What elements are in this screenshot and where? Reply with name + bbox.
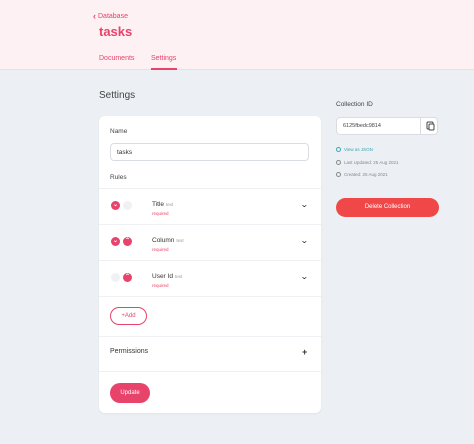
view-as-json-link[interactable]: View as JSON bbox=[336, 147, 373, 152]
rule-type: text bbox=[176, 238, 184, 243]
code-icon bbox=[336, 147, 341, 152]
page-title: tasks bbox=[99, 24, 133, 39]
divider bbox=[99, 296, 321, 297]
collection-id-value: 6125fbedc9814 bbox=[343, 123, 381, 129]
rules-label: Rules bbox=[110, 174, 127, 181]
last-updated-label: Last Updated: 25 Aug 2021 bbox=[344, 160, 399, 165]
rule-required: required bbox=[152, 247, 169, 252]
divider bbox=[99, 336, 321, 337]
chevron-left-icon: ‹ bbox=[93, 11, 96, 21]
back-link-label: Database bbox=[98, 13, 128, 20]
add-label: Add bbox=[124, 313, 136, 319]
section-title: Settings bbox=[99, 90, 136, 101]
tab-documents[interactable]: Documents bbox=[99, 55, 134, 62]
chevron-down-icon[interactable]: ⌄ bbox=[300, 272, 309, 281]
update-button[interactable]: Update bbox=[110, 383, 150, 403]
rule-row: ⌄ ⌃ Column text required ⌄ bbox=[99, 224, 321, 260]
rule-toggle-down-icon[interactable]: ⌄ bbox=[111, 201, 120, 210]
active-tab-indicator bbox=[151, 68, 177, 70]
rule-required: required bbox=[152, 283, 169, 288]
tab-settings[interactable]: Settings bbox=[151, 55, 177, 70]
rule-row: ⌄ Title text required ⌄ bbox=[99, 188, 321, 224]
tab-settings-label: Settings bbox=[151, 55, 177, 62]
add-rule-button[interactable]: +Add bbox=[110, 307, 147, 325]
last-updated: Last Updated: 25 Aug 2021 bbox=[336, 160, 399, 165]
expand-permissions-icon[interactable]: + bbox=[302, 347, 307, 357]
chevron-down-icon[interactable]: ⌄ bbox=[300, 236, 309, 245]
copy-icon[interactable] bbox=[420, 118, 438, 134]
created-label: Created: 25 Aug 2021 bbox=[344, 172, 388, 177]
created-date: Created: 25 Aug 2021 bbox=[336, 172, 388, 177]
rule-toggle-up-icon[interactable]: ⌃ bbox=[123, 273, 132, 282]
collection-id-label: Collection ID bbox=[336, 101, 373, 108]
name-label: Name bbox=[110, 128, 128, 135]
name-input[interactable] bbox=[110, 143, 309, 161]
tab-documents-label: Documents bbox=[99, 55, 135, 62]
rule-name: User Id bbox=[152, 273, 173, 280]
rule-toggle-down-icon[interactable] bbox=[111, 273, 120, 282]
rule-type: text bbox=[174, 274, 183, 279]
rule-toggle-up-icon[interactable] bbox=[123, 201, 132, 210]
rule-type: text bbox=[166, 202, 174, 207]
delete-collection-button[interactable]: Delete Collection bbox=[336, 198, 439, 217]
rule-row: ⌃ User Id text required ⌄ bbox=[99, 260, 321, 296]
back-to-database-link[interactable]: ‹ Database bbox=[93, 11, 128, 21]
rule-toggle-down-icon[interactable]: ⌄ bbox=[111, 237, 120, 246]
permissions-label: Permissions bbox=[110, 348, 149, 355]
clock-icon bbox=[336, 160, 341, 165]
header-bar: ‹ Database tasks Documents Settings bbox=[0, 0, 474, 70]
rule-name: Column bbox=[152, 237, 175, 244]
rule-name: Title bbox=[152, 201, 165, 208]
clock-icon bbox=[336, 172, 341, 177]
chevron-down-icon[interactable]: ⌄ bbox=[300, 200, 309, 209]
collection-id-field: 6125fbedc9814 bbox=[336, 117, 438, 135]
settings-card: Name Rules ⌄ Titletext required ⌄ ⌄ ⌃ Co… bbox=[99, 116, 321, 413]
rule-toggle-up-icon[interactable]: ⌃ bbox=[123, 237, 132, 246]
rule-required: required bbox=[152, 211, 169, 216]
view-as-json-label: View as JSON bbox=[344, 147, 373, 152]
divider bbox=[99, 371, 321, 372]
